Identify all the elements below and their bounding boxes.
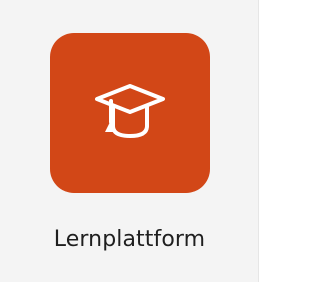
graduation-cap-icon — [91, 74, 169, 152]
app-icon-tile[interactable] — [50, 33, 210, 193]
app-label[interactable]: Lernplattform — [0, 226, 259, 254]
app-tile[interactable]: Lernplattform — [0, 0, 259, 282]
